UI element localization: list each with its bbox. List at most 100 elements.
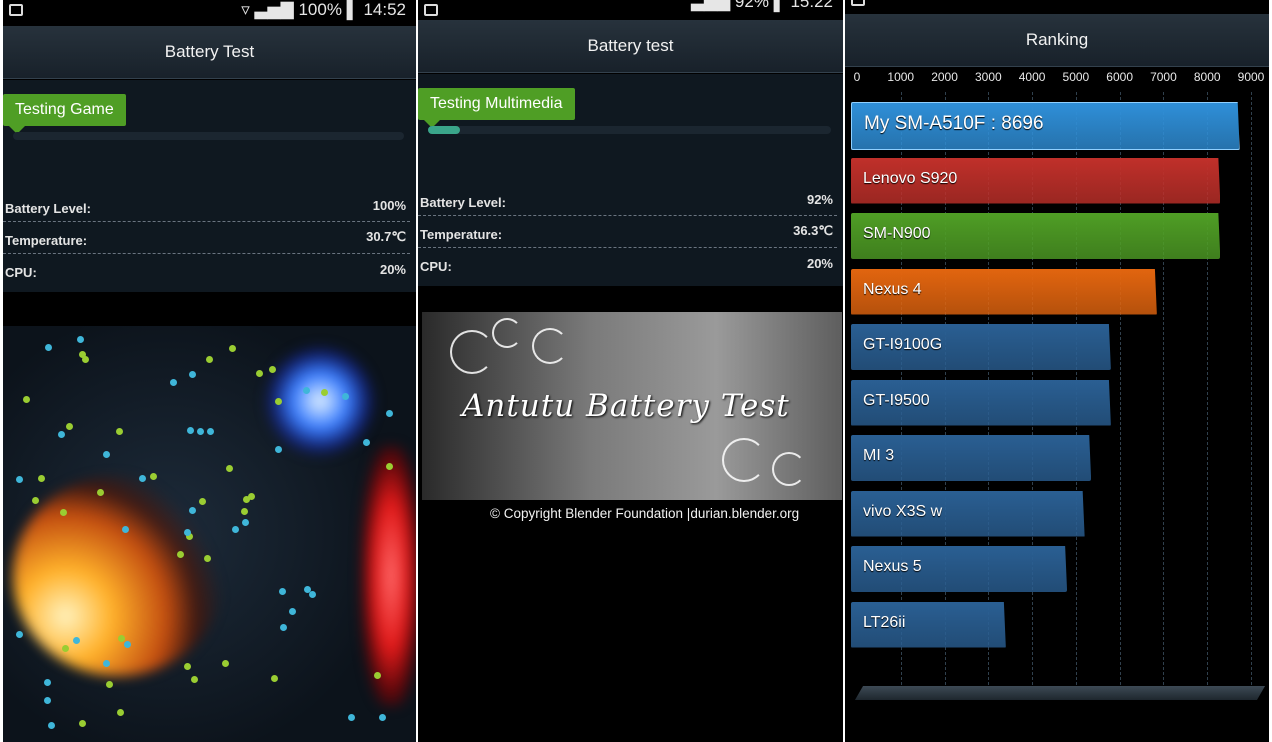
ranking-bar: Lenovo S920 xyxy=(851,158,1220,204)
stat-cpu: CPU: 20% xyxy=(420,256,833,274)
clock: 14:52 xyxy=(363,0,406,19)
battery-test-multimedia-panel: ▃▅▇ 92% ▌ 15:22 Battery test Testing Mul… xyxy=(418,0,843,742)
android-particle xyxy=(232,526,239,533)
stat-battery-level: Battery Level: 92% xyxy=(418,184,837,216)
stat-temperature: Temperature: 30.7℃ xyxy=(3,222,410,254)
wifi-icon: ▿ xyxy=(241,0,250,19)
signal-icon: ▃▅▇ xyxy=(690,0,731,11)
ornament-swirl-icon xyxy=(772,452,806,486)
battery-percent: 100% xyxy=(298,0,342,19)
progress-fill xyxy=(428,126,461,134)
android-particle xyxy=(271,675,278,682)
android-particle xyxy=(103,660,110,667)
android-particle xyxy=(62,645,69,652)
stat-cpu: CPU: 20% xyxy=(5,262,406,280)
android-particle xyxy=(197,428,204,435)
android-particle xyxy=(289,608,296,615)
android-particle xyxy=(116,428,123,435)
android-particle xyxy=(44,697,51,704)
ranking-bar-label: My SM-A510F : 8696 xyxy=(864,113,1044,134)
android-particle xyxy=(38,475,45,482)
android-particle xyxy=(177,551,184,558)
android-particle xyxy=(386,410,393,417)
stats-list: Battery Level: 100% Temperature: 30.7℃ CPU… xyxy=(3,190,410,285)
android-particle xyxy=(122,526,129,533)
android-particle xyxy=(363,439,370,446)
axis-tick-label: 0 xyxy=(853,70,861,84)
ranking-bar-label: GT-I9100G xyxy=(863,336,943,353)
android-particle xyxy=(275,398,282,405)
android-particle xyxy=(248,493,255,500)
ranking-bar-label: LT26ii xyxy=(863,613,906,631)
ornament-swirl-icon xyxy=(722,438,766,482)
status-indicators: ▃▅▇ 92% ▌ 15:22 xyxy=(691,0,833,12)
android-particle xyxy=(48,722,55,729)
android-particle xyxy=(32,497,39,504)
ranking-bar: LT26ii xyxy=(851,602,1006,648)
screen-title: Battery test xyxy=(418,20,843,73)
android-particle xyxy=(242,519,249,526)
android-particle xyxy=(256,370,263,377)
ranking-bar-label: MI 3 xyxy=(863,447,895,464)
ranking-bar: Nexus 4 xyxy=(851,269,1157,315)
test-progress-bar xyxy=(428,126,831,134)
android-particle xyxy=(374,672,381,679)
ranking-chart: My SM-A510F : 8696 Lenovo S920 SM-N900 Nexu… xyxy=(845,92,1269,700)
ornament-swirl-icon xyxy=(532,328,568,364)
ranking-axis: 0 1000 2000 3000 4000 5000 6000 7000 8000 9000 xyxy=(845,68,1269,88)
status-indicators: ▿ ▃▅▇ 100% ▌ 14:52 xyxy=(241,0,406,20)
axis-tick-label: 3000 xyxy=(974,70,1002,84)
ranking-bar-label: vivo X3S w xyxy=(863,502,943,520)
android-particle xyxy=(23,396,30,403)
android-particle xyxy=(303,387,310,394)
android-particle xyxy=(118,635,125,642)
android-particle xyxy=(79,720,86,727)
axis-tick-label: 8000 xyxy=(1193,70,1221,84)
android-particle xyxy=(204,555,211,562)
android-particle xyxy=(106,681,113,688)
android-particle xyxy=(275,446,282,453)
android-particle xyxy=(73,637,80,644)
stat-temperature: Temperature: 36.3℃ xyxy=(418,216,837,248)
axis-tick-label: 2000 xyxy=(931,70,958,84)
android-particle xyxy=(103,451,110,458)
android-particle xyxy=(184,663,191,670)
ranking-bar-label: GT-I9500 xyxy=(863,391,930,409)
android-particle xyxy=(16,476,23,483)
game-test-scene xyxy=(3,326,416,742)
ranking-bar: GT-I9500 xyxy=(851,380,1111,426)
ranking-bar-label: Nexus 4 xyxy=(863,280,922,298)
video-title: Antutu Battery Test xyxy=(462,388,790,424)
android-particle xyxy=(60,509,67,516)
gallery-notification-icon xyxy=(424,4,438,16)
android-particle xyxy=(207,428,214,435)
status-bar: ▿ ▃▅▇ 100% ▌ 14:52 xyxy=(3,0,416,22)
android-particle xyxy=(117,709,124,716)
gallery-notification-icon xyxy=(851,0,865,6)
ranking-bar-label: SM-N900 xyxy=(863,225,931,242)
android-particle xyxy=(189,371,196,378)
android-particle xyxy=(139,475,146,482)
android-particle xyxy=(226,465,233,472)
android-particle xyxy=(79,351,86,358)
screen-title: Battery Test xyxy=(3,26,416,79)
android-particle xyxy=(170,379,177,386)
ranking-bar: SM-N900 xyxy=(851,213,1220,259)
fire-particle-plume xyxy=(13,476,223,676)
android-particle xyxy=(77,336,84,343)
android-particle xyxy=(348,714,355,721)
test-phase-badge: Testing Multimedia xyxy=(418,88,575,128)
android-particle xyxy=(66,423,73,430)
android-particle xyxy=(124,641,131,648)
ranking-bar: Nexus 5 xyxy=(851,546,1067,592)
android-particle xyxy=(386,463,393,470)
android-particle xyxy=(189,507,196,514)
android-particle xyxy=(191,676,198,683)
ranking-bar-label: Lenovo S920 xyxy=(863,169,958,187)
ornament-swirl-icon xyxy=(450,330,494,374)
ranking-bar-current-device: My SM-A510F : 8696 xyxy=(851,102,1240,150)
red-particle-column xyxy=(361,446,416,706)
android-particle xyxy=(280,624,287,631)
android-particle xyxy=(45,344,52,351)
signal-icon: ▃▅▇ xyxy=(254,0,294,19)
